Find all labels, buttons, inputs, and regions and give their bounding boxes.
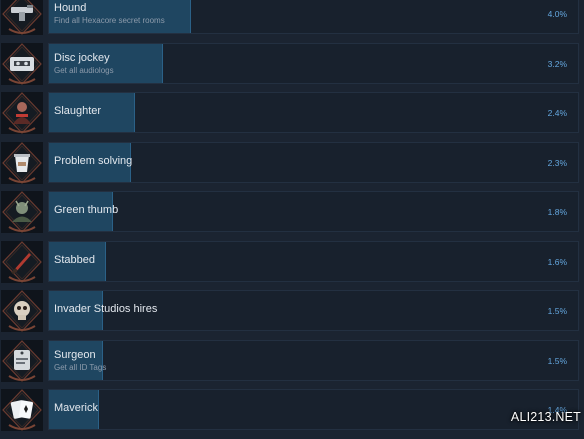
achievement-row[interactable]: Hound Find all Hexacore secret rooms 4.0% — [0, 0, 584, 35]
site-watermark: ALI213.NET — [510, 410, 581, 424]
playing-cards-icon — [1, 389, 43, 431]
gun-icon — [1, 0, 43, 35]
achievement-title: Problem solving — [54, 154, 133, 167]
achievement-row[interactable]: Invader Studios hires 1.5% — [0, 290, 584, 332]
achievement-panel: Invader Studios hires 1.5% — [48, 290, 579, 331]
achievement-row[interactable]: Surgeon Get all ID Tags 1.5% — [0, 339, 584, 382]
achievement-row[interactable]: Stabbed 1.6% — [0, 240, 584, 283]
achievement-row[interactable]: Problem solving 2.3% — [0, 141, 584, 184]
knife-icon — [1, 240, 43, 283]
unlock-percentage: 1.5% — [547, 306, 567, 316]
unlock-percentage: 1.8% — [547, 207, 567, 217]
achievement-title: Surgeon — [54, 348, 96, 361]
unlock-percentage: 2.4% — [547, 108, 567, 118]
achievement-title: Stabbed — [54, 253, 95, 266]
achievement-list: Hound Find all Hexacore secret rooms 4.0% D… — [0, 0, 584, 439]
achievement-title: Invader Studios hires — [54, 303, 158, 315]
achievement-panel: Maverick 1.4% — [48, 389, 579, 430]
achievement-title: Maverick — [54, 402, 99, 414]
achievement-title: Green thumb — [54, 204, 119, 216]
achievement-panel: Surgeon Get all ID Tags 1.5% — [48, 339, 579, 381]
unlock-percentage: 2.3% — [547, 157, 567, 168]
achievement-panel: Stabbed 1.6% — [48, 240, 579, 282]
achievement-title: Disc jockey — [54, 51, 110, 64]
cassette-icon — [1, 42, 43, 85]
achievement-panel: Hound Find all Hexacore secret rooms 4.0% — [48, 0, 579, 34]
skull-icon — [1, 290, 43, 332]
unlock-percentage: 3.2% — [547, 58, 567, 69]
plant-creature-icon — [1, 191, 43, 233]
achievement-row[interactable]: Maverick 1.4% — [0, 389, 584, 431]
achievement-row[interactable]: Disc jockey Get all audiologs 3.2% — [0, 42, 584, 85]
achievement-panel: Green thumb 1.8% — [48, 191, 579, 232]
achievement-title: Slaughter — [54, 105, 102, 117]
unlock-percentage: 1.5% — [547, 355, 567, 366]
achievement-description: Get all ID Tags — [54, 362, 107, 372]
soldier-icon — [1, 92, 43, 134]
achievement-row[interactable]: Slaughter 2.4% — [0, 92, 584, 134]
achievement-description: Find all Hexacore secret rooms — [54, 16, 165, 25]
achievement-panel: Disc jockey Get all audiologs 3.2% — [48, 42, 579, 84]
achievement-row[interactable]: Green thumb 1.8% — [0, 191, 584, 233]
unlock-percentage: 4.0% — [547, 9, 567, 19]
unlock-percentage: 1.6% — [547, 256, 567, 267]
achievement-panel: Problem solving 2.3% — [48, 141, 579, 183]
cup-icon — [1, 141, 43, 184]
achievement-description: Get all audiologs — [54, 65, 114, 75]
achievement-panel: Slaughter 2.4% — [48, 92, 579, 133]
achievement-title: Hound — [54, 2, 87, 14]
id-tag-icon — [1, 339, 43, 382]
